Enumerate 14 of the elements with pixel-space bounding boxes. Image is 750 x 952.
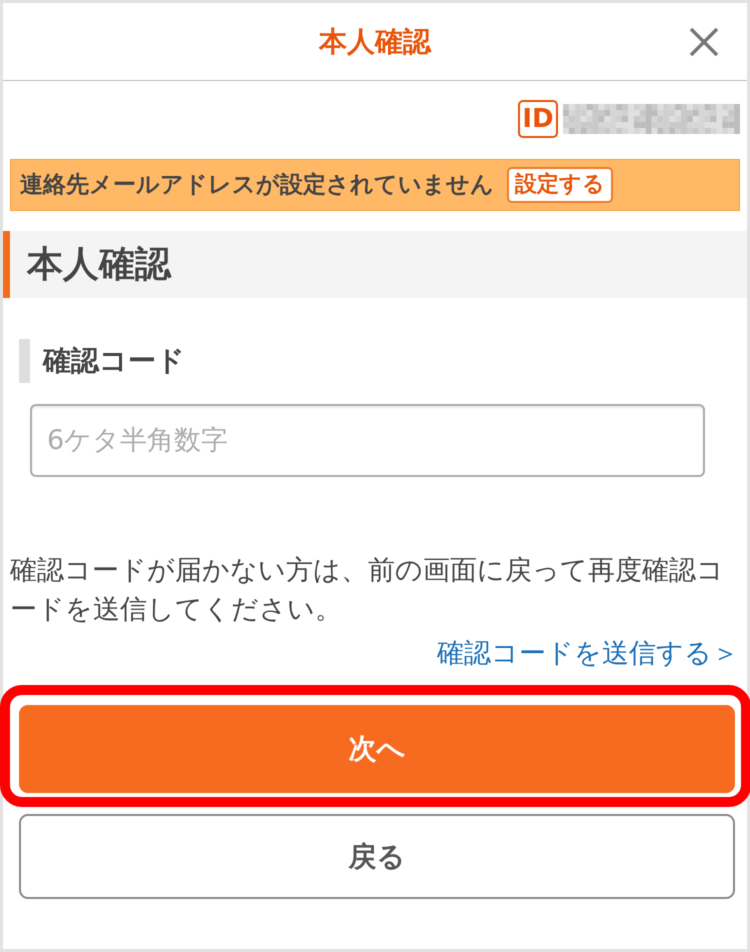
section-title: 本人確認 [27,242,171,286]
set-up-button[interactable]: 設定する [507,166,613,204]
close-icon [689,26,719,56]
code-input-field[interactable]: 6ケタ半角数字 [30,404,705,477]
id-label: ID [518,100,558,138]
page-title: 本人確認 [319,24,431,58]
help-text: 確認コードが届かない方は、前の画面に戻って再度確認コードを送信してください。 [10,554,725,627]
next-button[interactable]: 次へ [19,705,735,793]
back-button[interactable]: 戻る [19,814,735,899]
notice-text: 連絡先メールアドレスが設定されていません [20,170,494,200]
field-label: 確認コード [43,344,185,378]
label-marker-icon [19,339,30,383]
resend-code-link[interactable]: 確認コードを送信する＞ [437,634,739,674]
close-button[interactable] [689,26,719,56]
